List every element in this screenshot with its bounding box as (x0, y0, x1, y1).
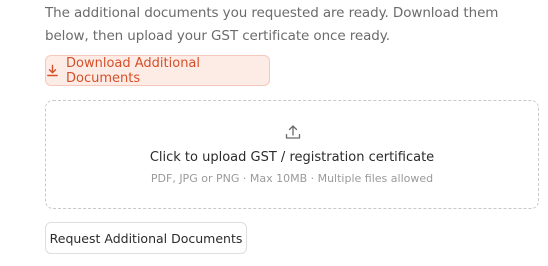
download-documents-label: Download Additional Documents (66, 55, 201, 86)
request-documents-button[interactable]: Request Additional Documents (45, 222, 247, 254)
upload-title: Click to upload GST / registration certi… (149, 150, 435, 165)
upload-file-constraints: PDF, JPG or PNG · Max 10MB · Multiple fi… (150, 172, 434, 185)
download-documents-button[interactable]: Download Additional Documents (45, 55, 270, 86)
upload-section: The additional documents you requested a… (0, 0, 548, 266)
instructions-text: The additional documents you requested a… (45, 5, 499, 44)
upload-icon (284, 123, 302, 141)
upload-dropzone[interactable]: Click to upload GST / registration certi… (45, 100, 539, 209)
download-icon (46, 64, 59, 77)
